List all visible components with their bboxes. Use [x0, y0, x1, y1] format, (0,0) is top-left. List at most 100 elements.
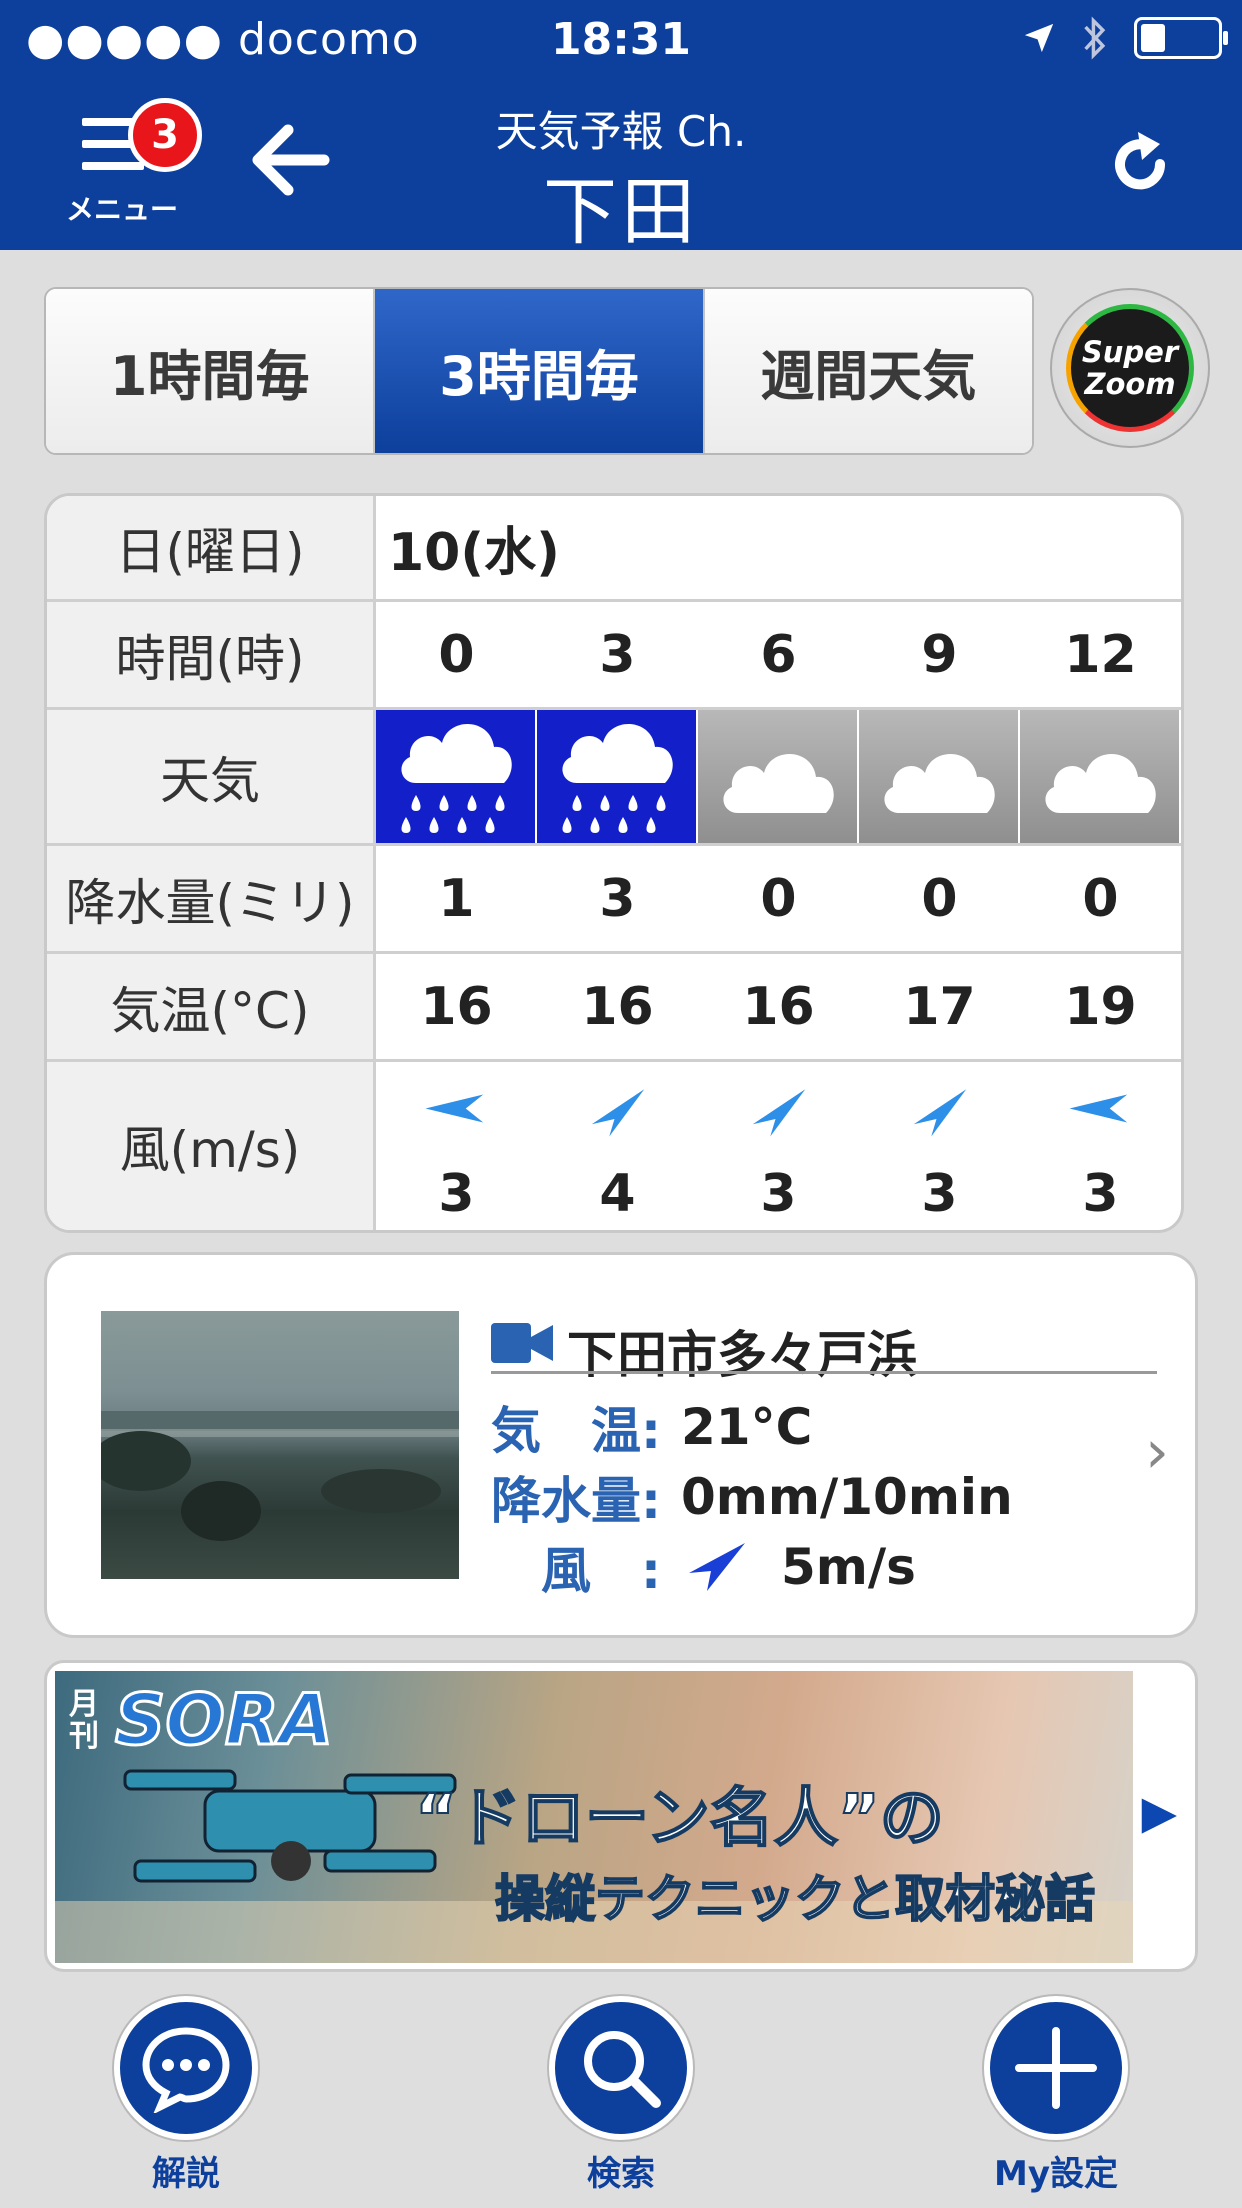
weather-label: 天気 [47, 710, 376, 843]
nav-commentary-button[interactable]: 解説 [111, 1996, 261, 2195]
tab-weekly[interactable]: 週間天気 [704, 289, 1032, 453]
page-title: 下田 [543, 169, 699, 255]
super-zoom-icon: Super Zoom [1066, 304, 1194, 432]
super-zoom-label-1: Super [1081, 335, 1179, 369]
rain-icon [400, 723, 512, 833]
wind-speed-value: 3 [438, 1164, 475, 1224]
wind-direction-icon [689, 1543, 745, 1591]
forecast-table: 日(曜日) 10(水) 時間(時) 0 3 6 9 12 天気 降水量(ミリ) … [44, 493, 1184, 1233]
banner-image: 月刊 SORA “ドローン名人”の 操縦テクニックと取材秘話 [55, 1671, 1133, 1963]
super-zoom-button[interactable]: Super Zoom [1050, 288, 1210, 448]
tab-hourly[interactable]: 1時間毎 [46, 289, 376, 453]
location-arrow-icon [1024, 23, 1054, 53]
wind-cell: 3 [698, 1062, 859, 1230]
video-camera-icon [491, 1323, 553, 1363]
wind-direction-icon [913, 1089, 966, 1137]
camera-temp-key: 気 温: [491, 1402, 661, 1460]
wind-cell: 3 [859, 1062, 1020, 1230]
camera-wind-value: 5m/s [781, 1538, 916, 1596]
channel-subtitle: 天気予報 Ch. [495, 107, 747, 156]
chevron-right-icon: › [1145, 1417, 1169, 1487]
temp-cell: 16 [420, 976, 493, 1037]
wind-label: 風(m/s) [47, 1062, 376, 1230]
camera-temp-value: 21°C [681, 1398, 813, 1456]
nav-commentary-label: 解説 [152, 2154, 220, 2194]
cloud-icon [883, 753, 995, 813]
temp-cell: 16 [581, 976, 654, 1037]
banner-monthly-label: 月刊 [69, 1687, 99, 1754]
wind-direction-icon [1069, 1094, 1127, 1123]
rain-weather-cell [537, 710, 698, 843]
table-row-date: 日(曜日) 10(水) [47, 496, 1181, 602]
wind-speed-value: 3 [760, 1164, 797, 1224]
camera-precip-key: 降水量: [491, 1472, 661, 1530]
camera-temp-row: 気 温: 21°C [491, 1391, 812, 1463]
camera-precip-value: 0mm/10min [681, 1468, 1013, 1526]
hour-cell: 6 [760, 624, 797, 685]
wind-cell: 3 [1020, 1062, 1181, 1230]
precip-cell: 0 [760, 868, 797, 929]
camera-thumbnail [101, 1311, 459, 1579]
plus-icon [1015, 2027, 1097, 2109]
precip-cell: 3 [599, 868, 636, 929]
nav-search-button[interactable]: 検索 [546, 1996, 696, 2195]
nav-my-settings-label: My設定 [994, 2154, 1118, 2194]
live-camera-card[interactable]: 下田市多々戸浜 気 温: 21°C 降水量: 0mm/10min 風 : 5m/… [44, 1252, 1198, 1638]
camera-wind-row: 風 : 5m/s [491, 1531, 916, 1603]
refresh-icon[interactable] [1104, 128, 1176, 200]
precip-cell: 0 [921, 868, 958, 929]
wind-direction-icon [425, 1094, 483, 1123]
table-row-wind: 風(m/s) 3 4 3 3 3 [47, 1062, 1181, 1230]
banner-subheadline: 操縦テクニックと取材秘話 [494, 1869, 1096, 1929]
wind-direction-icon [591, 1089, 644, 1137]
cloudy-weather-cell [1020, 710, 1181, 843]
precip-cell: 0 [1082, 868, 1119, 929]
interval-tabs: 1時間毎 3時間毎 週間天気 [44, 287, 1034, 455]
camera-wind-key: 風 : [541, 1542, 661, 1600]
camera-location-title: 下田市多々戸浜 [567, 1326, 917, 1384]
date-value: 10(水) [388, 523, 560, 583]
chat-bubble-icon [142, 2027, 230, 2113]
hour-cell: 9 [921, 624, 958, 685]
hour-cell: 12 [1064, 624, 1137, 685]
date-label: 日(曜日) [47, 496, 376, 599]
temp-label: 気温(°C) [47, 954, 376, 1059]
table-row-weather: 天気 [47, 710, 1181, 846]
cloud-icon [1044, 753, 1156, 813]
hour-label: 時間(時) [47, 602, 376, 707]
precip-label: 降水量(ミリ) [47, 846, 376, 951]
cloudy-weather-cell [698, 710, 859, 843]
ad-banner[interactable]: 月刊 SORA “ドローン名人”の 操縦テクニックと取材秘話 ▶ [44, 1660, 1198, 1972]
banner-headline: “ドローン名人”の [414, 1781, 945, 1857]
wind-speed-value: 4 [599, 1164, 636, 1224]
temp-cell: 17 [903, 976, 976, 1037]
play-arrow-icon: ▶ [1141, 1785, 1177, 1839]
rain-icon [561, 723, 673, 833]
camera-precip-row: 降水量: 0mm/10min [491, 1461, 1013, 1533]
hour-cell: 3 [599, 624, 636, 685]
banner-brand: SORA [114, 1678, 335, 1763]
wind-direction-icon [752, 1089, 805, 1137]
app-header: ●●●●● docomo 18:31 メニュー 3 天気予報 Ch. 下田 [0, 0, 1242, 255]
wind-speed-value: 3 [921, 1164, 958, 1224]
nav-my-settings-button[interactable]: My設定 [981, 1996, 1131, 2195]
divider [491, 1371, 1157, 1374]
wind-speed-value: 3 [1082, 1164, 1119, 1224]
battery-icon [1134, 17, 1228, 59]
table-row-precip: 降水量(ミリ) 1 3 0 0 0 [47, 846, 1181, 954]
wind-cell: 3 [376, 1062, 537, 1230]
hour-cell: 0 [438, 624, 475, 685]
precip-cell: 1 [438, 868, 475, 929]
status-icons [1022, 16, 1228, 60]
wind-cell: 4 [537, 1062, 698, 1230]
table-row-hours: 時間(時) 0 3 6 9 12 [47, 602, 1181, 710]
table-row-temp: 気温(°C) 16 16 16 17 19 [47, 954, 1181, 1062]
tab-3-hourly[interactable]: 3時間毎 [375, 289, 705, 453]
temp-cell: 19 [1064, 976, 1137, 1037]
bluetooth-icon [1084, 16, 1106, 60]
super-zoom-label-2: Zoom [1084, 367, 1176, 401]
nav-search-label: 検索 [587, 2154, 655, 2194]
rain-weather-cell [376, 710, 537, 843]
temp-cell: 16 [742, 976, 815, 1037]
search-icon [584, 2031, 661, 2108]
